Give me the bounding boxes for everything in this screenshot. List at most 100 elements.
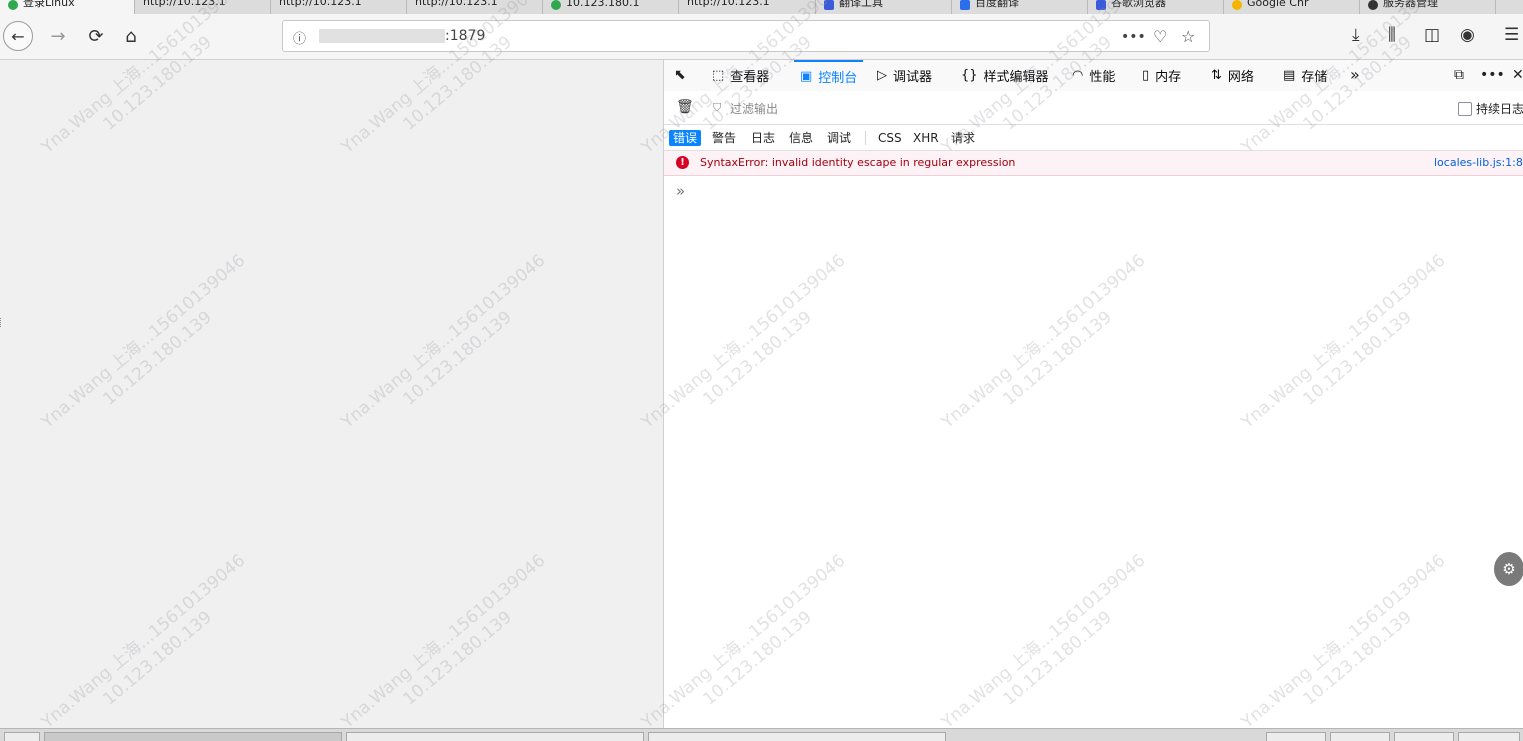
persist-logs-label: 持续日志 (1476, 102, 1523, 116)
devtools-toolbar: ⬉ ⬚ 查看器 ▣ 控制台 ▷ 调试器 {} 样式编辑器 ◠ 性能 ▯ 内存 ⇅ 网络 ▤ 存储… (664, 60, 1523, 92)
menu-icon[interactable]: ☰ (1504, 25, 1519, 45)
level-filter-requests[interactable]: 请求 (947, 130, 979, 146)
download-icon[interactable]: ⤓ (1352, 25, 1360, 45)
filter-icon: ⛉ (713, 101, 722, 114)
browser-tab[interactable]: 翻译工具 (816, 0, 952, 14)
level-filter-divider (865, 131, 866, 145)
tab-label: 性能 (1089, 70, 1116, 85)
log-level-filters: 错误 警告 日志 信息 调试 CSS XHR 请求 (664, 125, 1523, 151)
element-picker-icon[interactable]: ⬉ (674, 67, 686, 83)
tab-favicon-icon (551, 0, 561, 10)
tab-label: Google Chr (1247, 0, 1309, 9)
tab-label: 控制台 (818, 71, 858, 86)
tab-label: 查看器 (730, 70, 770, 85)
browser-tab[interactable]: http://10.123.1 (271, 0, 407, 14)
level-filter-xhr[interactable]: XHR (909, 130, 943, 146)
tab-network[interactable]: ⇅ 网络 (1211, 60, 1254, 91)
error-message-text: SyntaxError: invalid identity escape in … (700, 156, 1016, 169)
dock-side-icon[interactable]: ⧉ (1454, 67, 1464, 83)
bookmark-star-icon[interactable]: ☆ (1181, 27, 1195, 46)
tab-favicon-icon (8, 0, 18, 10)
browser-tab[interactable]: 谷歌浏览器 (1088, 0, 1224, 14)
browser-tab[interactable]: Google Chr (1224, 0, 1360, 14)
tab-inspector[interactable]: ⬚ 查看器 (712, 60, 769, 91)
browser-tab[interactable]: 服务器管理 (1360, 0, 1496, 14)
level-filter-logs[interactable]: 日志 (747, 130, 779, 146)
performance-icon: ◠ (1072, 68, 1084, 83)
account-icon[interactable]: ◉ (1460, 25, 1475, 45)
tab-performance[interactable]: ◠ 性能 (1072, 60, 1115, 91)
home-icon[interactable]: ⌂ (118, 21, 144, 51)
devtools-options-icon[interactable]: ••• (1480, 67, 1505, 83)
tab-label: 登录Linux (23, 0, 75, 9)
tab-label: http://10.123.1 (415, 0, 498, 8)
level-filter-warnings[interactable]: 警告 (708, 130, 740, 146)
network-icon: ⇅ (1211, 68, 1222, 83)
close-icon[interactable]: ✕ (1512, 67, 1523, 83)
tab-strip: 登录Linux http://10.123.1 http://10.123.1 … (0, 0, 1523, 15)
tab-console[interactable]: ▣ 控制台 (794, 60, 864, 91)
os-taskbar (0, 728, 1523, 741)
persist-logs-checkbox[interactable] (1458, 101, 1472, 116)
console-message-error: ! SyntaxError: invalid identity escape i… (664, 151, 1523, 176)
sidebar-icon[interactable]: ◫ (1424, 25, 1440, 45)
back-arrow-icon[interactable]: ← (3, 21, 33, 51)
tab-favicon-icon (1232, 0, 1242, 10)
tab-favicon-icon (960, 0, 970, 10)
page-edge-marker (0, 318, 3, 327)
console-filter-bar: 🗑 ⛉ 持续日志 (664, 91, 1523, 125)
pocket-icon[interactable]: ♡ (1153, 27, 1167, 46)
url-masked-host (319, 29, 445, 43)
level-filter-errors[interactable]: 错误 (669, 130, 702, 146)
tab-label: 网络 (1227, 70, 1254, 85)
tab-favicon-icon (824, 0, 834, 10)
storage-icon: ▤ (1283, 68, 1296, 83)
browser-tab[interactable]: 10.123.180.1 (543, 0, 679, 14)
tab-label: 调试器 (893, 70, 933, 85)
browser-tab[interactable]: 百度翻译 (952, 0, 1088, 14)
tab-storage[interactable]: ▤ 存储 (1283, 60, 1327, 91)
console-icon: ▣ (800, 69, 813, 84)
level-filter-debug[interactable]: 调试 (823, 130, 855, 146)
tab-label: http://10.123.1 (279, 0, 362, 8)
tab-label: http://10.123.1 (687, 0, 770, 8)
library-icon[interactable]: ⫼ (1388, 25, 1396, 45)
browser-tab[interactable]: http://10.123.1 (679, 0, 816, 14)
url-text[interactable]: :1879 (445, 28, 485, 44)
url-bar[interactable]: ⓘ :1879 ••• ♡ ☆ (282, 20, 1210, 52)
page-content (0, 60, 664, 728)
level-filter-css[interactable]: CSS (874, 130, 906, 146)
browser-tab[interactable]: http://10.123.1 (407, 0, 543, 14)
tab-label: 服务器管理 (1383, 0, 1438, 9)
filter-input[interactable] (728, 100, 1032, 118)
forward-arrow-icon[interactable]: → (46, 21, 70, 51)
reload-icon[interactable]: ⟳ (84, 21, 108, 51)
console-input-prompt[interactable]: » (676, 182, 685, 200)
style-editor-icon: {} (961, 68, 978, 83)
tab-label: 10.123.180.1 (566, 0, 640, 9)
tab-favicon-icon (1096, 0, 1106, 10)
trash-icon[interactable]: 🗑 (676, 99, 694, 115)
tab-label: http://10.123.1 (143, 0, 226, 8)
error-icon: ! (676, 156, 689, 169)
tab-style-editor[interactable]: {} 样式编辑器 (961, 60, 1049, 91)
browser-tab[interactable]: 登录Linux (0, 0, 135, 14)
gear-icon[interactable]: ⚙ (1494, 552, 1523, 586)
tab-memory[interactable]: ▯ 内存 (1142, 60, 1181, 91)
site-info-icon[interactable]: ⓘ (293, 28, 306, 47)
error-source-link[interactable]: locales-lib.js:1:8 (1434, 156, 1523, 169)
level-filter-info[interactable]: 信息 (785, 130, 817, 146)
tab-debugger[interactable]: ▷ 调试器 (877, 60, 932, 91)
persist-logs-toggle[interactable]: 持续日志 (1458, 100, 1523, 117)
tab-label: 百度翻译 (975, 0, 1019, 9)
tab-label: 谷歌浏览器 (1111, 0, 1166, 9)
navigation-toolbar: ← → ⟳ ⌂ ⓘ :1879 ••• ♡ ☆ ⤓ ⫼ ◫ ◉ ☰ (0, 14, 1523, 60)
memory-icon: ▯ (1142, 68, 1150, 83)
debugger-icon: ▷ (877, 68, 887, 83)
tab-label: 存储 (1301, 70, 1328, 85)
tab-label: 翻译工具 (839, 0, 883, 9)
page-actions-icon[interactable]: ••• (1121, 29, 1146, 45)
browser-tab[interactable]: http://10.123.1 (135, 0, 271, 14)
more-tools-chevron-icon[interactable]: » (1350, 65, 1360, 84)
devtools-panel: ⬉ ⬚ 查看器 ▣ 控制台 ▷ 调试器 {} 样式编辑器 ◠ 性能 ▯ 内存 ⇅ 网络 ▤ 存储… (664, 60, 1523, 728)
